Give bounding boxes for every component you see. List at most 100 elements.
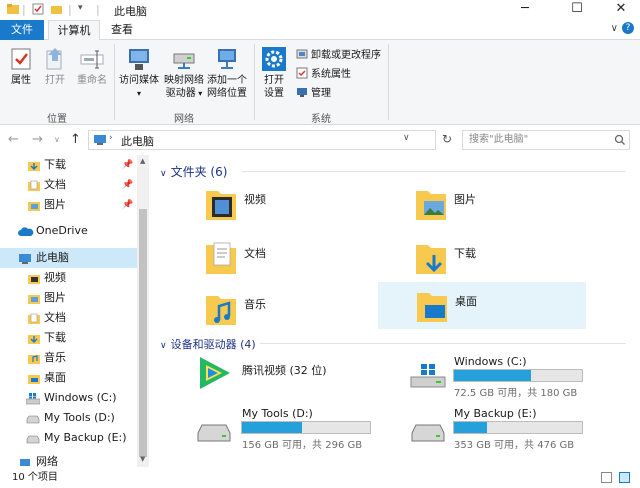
map-network-drive-button[interactable]: 映射网络 驱动器 ▾ <box>162 46 206 100</box>
back-arrow-icon[interactable]: ← <box>8 132 19 147</box>
drives-section-header[interactable]: ∨ 设备和驱动器 (4) <box>160 336 256 352</box>
documents-folder-icon <box>28 312 40 324</box>
drive-tile-tencent-video[interactable]: 腾讯视频 (32 位) <box>194 353 394 395</box>
drive-tile-c[interactable]: Windows (C:) 72.5 GB 可用，共 180 GB <box>406 353 626 399</box>
folder-tile-pictures[interactable]: 图片 <box>414 181 614 229</box>
nav-item-onedrive[interactable]: OneDrive <box>0 221 137 241</box>
folders-section-header[interactable]: ∨ 文件夹 (6) <box>160 163 227 180</box>
scrollbar-thumb[interactable] <box>139 209 147 457</box>
nav-item-documents-pinned[interactable]: 文档 📌 <box>0 175 137 195</box>
nav-item-drive-e[interactable]: My Backup (E:) <box>0 428 137 448</box>
details-view-icon[interactable] <box>601 472 612 483</box>
manage-button[interactable]: 管理 <box>296 86 331 102</box>
search-input[interactable]: 搜索"此电脑" <box>462 130 630 150</box>
close-button[interactable]: ✕ <box>604 0 638 20</box>
tab-file[interactable]: 文件 <box>0 20 44 40</box>
add-network-location-button[interactable]: 添加一个 网络位置 <box>204 46 250 100</box>
desktop-folder-icon <box>28 372 40 384</box>
open-icon <box>42 46 68 72</box>
customize-quick-access-icon[interactable]: ▾ <box>78 3 83 13</box>
nav-item-label: 图片 <box>44 198 66 211</box>
ribbon: 属性 打开 重命名 位置 访问媒体 ▾ 映射网络 驱动器 ▾ 添加一个 网络位置 <box>0 40 640 125</box>
folder-tile-music[interactable]: 音乐 <box>204 286 404 334</box>
nav-item-drive-c[interactable]: Windows (C:) <box>0 388 137 408</box>
uninstall-program-button[interactable]: 卸载或更改程序 <box>296 48 381 64</box>
tab-view[interactable]: 查看 <box>102 20 142 40</box>
folders-section-title: 文件夹 (6) <box>170 165 228 179</box>
folder-tile-videos[interactable]: 视频 <box>204 181 404 229</box>
open-button[interactable]: 打开 <box>40 46 70 87</box>
search-icon[interactable] <box>614 134 626 149</box>
add-network-location-icon <box>214 46 240 72</box>
drive-name: My Tools (D:) <box>242 407 313 420</box>
tab-computer[interactable]: 计算机 <box>48 20 100 41</box>
nav-item-downloads[interactable]: 下载 <box>0 328 137 348</box>
nav-item-label: 图片 <box>44 291 66 304</box>
ribbon-collapse-icon[interactable]: ∨ <box>611 23 618 34</box>
large-icons-view-icon[interactable] <box>619 472 630 483</box>
pin-icon[interactable]: 📌 <box>122 195 133 215</box>
pictures-folder-icon <box>414 185 448 223</box>
add-location-label-line1: 添加一个 <box>207 75 247 86</box>
rename-button[interactable]: 重命名 <box>74 46 110 87</box>
nav-pane-scrollbar[interactable]: ▲ ▼ <box>137 155 149 467</box>
nav-item-downloads-pinned[interactable]: 下载 📌 <box>0 155 137 175</box>
forward-arrow-icon[interactable]: → <box>32 132 43 147</box>
help-icon[interactable]: ? <box>622 22 634 34</box>
collapse-chevron-icon[interactable]: ∨ <box>160 341 167 351</box>
nav-item-label: My Tools (D:) <box>44 411 115 424</box>
drive-usage-fill <box>454 422 488 433</box>
drive-usage-fill <box>242 422 303 433</box>
maximize-button[interactable]: ☐ <box>560 0 594 20</box>
nav-item-this-pc[interactable]: 此电脑 <box>0 248 137 268</box>
new-folder-quick-icon[interactable] <box>50 3 63 18</box>
chevron-down-icon: ▾ <box>136 89 141 98</box>
pin-icon[interactable]: 📌 <box>122 155 133 175</box>
folder-name: 桌面 <box>455 295 477 308</box>
breadcrumb-this-pc[interactable]: 此电脑 <box>121 133 154 149</box>
drive-space-info: 156 GB 可用，共 296 GB <box>242 440 363 451</box>
scroll-up-arrow-icon[interactable]: ▲ <box>140 157 145 165</box>
windows-drive-icon <box>410 363 446 392</box>
access-media-label: 访问媒体 <box>119 75 159 86</box>
address-dropdown-icon[interactable]: ∨ <box>403 133 410 143</box>
location-group-label: 位置 <box>47 114 67 125</box>
toolbar-divider: | <box>96 3 100 16</box>
drive-usage-bar <box>453 421 583 434</box>
nav-item-desktop[interactable]: 桌面 <box>0 368 137 388</box>
nav-item-pictures[interactable]: 图片 <box>0 288 137 308</box>
downloads-folder-icon <box>28 159 40 171</box>
folder-tile-downloads[interactable]: 下载 <box>414 235 614 283</box>
nav-item-drive-d[interactable]: My Tools (D:) <box>0 408 137 428</box>
folder-tile-documents[interactable]: 文档 <box>204 235 404 283</box>
open-settings-button[interactable]: 打开 设置 <box>258 46 290 100</box>
system-properties-button[interactable]: 系统属性 <box>296 67 351 83</box>
up-arrow-icon[interactable]: ↑ <box>70 132 81 147</box>
drive-tile-e[interactable]: My Backup (E:) 353 GB 可用，共 476 GB <box>406 405 626 451</box>
refresh-icon[interactable]: ↻ <box>442 132 452 146</box>
drive-name: My Backup (E:) <box>454 407 537 420</box>
videos-folder-icon <box>28 272 40 284</box>
minimize-button[interactable]: ─ <box>508 0 542 20</box>
nav-item-network[interactable]: 网络 <box>0 452 137 467</box>
nav-item-music[interactable]: 音乐 <box>0 348 137 368</box>
access-media-button[interactable]: 访问媒体 ▾ <box>116 46 162 100</box>
address-input[interactable]: › 此电脑 ∨ <box>88 130 436 150</box>
nav-item-label: Windows (C:) <box>44 391 117 404</box>
breadcrumb-chevron-icon[interactable]: › <box>109 133 113 143</box>
properties-button[interactable]: 属性 <box>6 46 36 87</box>
properties-label: 属性 <box>11 75 31 86</box>
collapse-chevron-icon[interactable]: ∨ <box>160 169 167 179</box>
drive-tile-d[interactable]: My Tools (D:) 156 GB 可用，共 296 GB <box>194 405 414 451</box>
folder-tile-desktop[interactable]: 桌面 <box>378 282 586 329</box>
nav-item-documents[interactable]: 文档 <box>0 308 137 328</box>
scroll-down-arrow-icon[interactable]: ▼ <box>140 455 145 463</box>
nav-item-pictures-pinned[interactable]: 图片 📌 <box>0 195 137 215</box>
recent-locations-chevron-icon[interactable]: ∨ <box>54 135 60 144</box>
map-drive-icon <box>171 46 197 72</box>
nav-item-label: 文档 <box>44 311 66 324</box>
pin-icon[interactable]: 📌 <box>122 175 133 195</box>
ribbon-tabs: 文件 计算机 查看 ∨ ? <box>0 20 640 41</box>
properties-quick-icon[interactable] <box>32 3 44 18</box>
nav-item-videos[interactable]: 视频 <box>0 268 137 288</box>
